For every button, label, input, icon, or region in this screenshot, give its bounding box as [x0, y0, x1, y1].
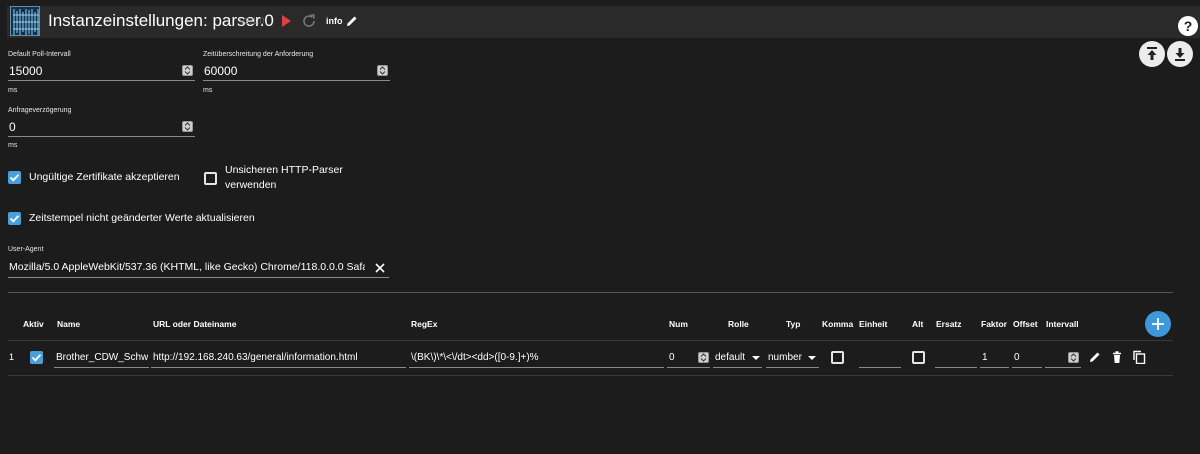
row-edit-button[interactable] [1088, 350, 1102, 364]
help-icon: ? [1184, 18, 1193, 34]
timeout-value: 60000 [204, 64, 238, 78]
column-header-factor: Faktor [981, 319, 1007, 329]
insecure-http-parser-label: Unsicheren HTTP-Parser verwenden [225, 164, 343, 191]
copy-icon [1133, 350, 1146, 365]
row-name-value: Brother_CDW_Schwarz [56, 352, 148, 363]
table-row-divider [8, 375, 1173, 376]
row-delete-button[interactable] [1110, 350, 1124, 364]
request-delay-unit: ms [8, 142, 18, 149]
upload-icon [1147, 47, 1157, 60]
plus-icon [1152, 318, 1164, 330]
chevron-down-icon [752, 356, 760, 360]
user-agent-label: User-Agent [8, 246, 44, 253]
pencil-icon [347, 16, 357, 26]
column-header-num: Num [669, 319, 688, 329]
row-role-value: default [715, 352, 746, 363]
row-interval-stepper[interactable] [1068, 352, 1079, 363]
add-row-button[interactable] [1145, 311, 1171, 337]
row-offset-input[interactable]: 0 [1012, 349, 1042, 368]
row-url-input[interactable]: http://192.168.240.63/general/informatio… [151, 349, 406, 368]
info-link[interactable]: info [326, 16, 343, 26]
row-regex-input[interactable]: \(BK\)\*\<\/dt><dd>([0-9.]+)% [409, 349, 664, 368]
poll-interval-value: 15000 [9, 64, 43, 78]
check-icon [31, 354, 42, 362]
row-num-input[interactable]: 0 [667, 349, 710, 368]
reload-icon [303, 14, 315, 27]
help-button[interactable]: ? [1178, 16, 1198, 36]
download-settings-button[interactable] [1167, 41, 1193, 67]
start-instance-button[interactable] [279, 14, 293, 28]
pencil-icon [1090, 352, 1100, 362]
column-header-type: Typ [786, 319, 801, 329]
update-timestamps-label: Zeitstempel nicht geänderter Werte aktua… [29, 212, 255, 224]
column-header-offset: Offset [1013, 319, 1038, 329]
accept-invalid-certs-checkbox[interactable] [8, 171, 21, 184]
column-header-role: Rolle [728, 319, 749, 329]
column-header-name: Name [57, 319, 81, 329]
request-delay-stepper[interactable] [182, 121, 193, 132]
user-agent-input[interactable]: Mozilla/5.0 AppleWebKit/537.36 (KHTML, l… [8, 258, 389, 278]
row-num-stepper[interactable] [698, 352, 709, 363]
check-icon [9, 174, 20, 182]
row-regex-value: \(BK\)\*\<\/dt><dd>([0-9.]+)% [411, 352, 539, 363]
poll-interval-unit: ms [8, 87, 18, 94]
row-interval-input[interactable] [1045, 349, 1081, 368]
upload-settings-button[interactable] [1139, 41, 1165, 67]
insecure-http-parser-checkbox[interactable] [204, 172, 217, 185]
chevron-down-icon [808, 356, 816, 360]
section-divider [8, 292, 1173, 293]
timeout-input[interactable]: 60000 [203, 61, 390, 81]
version-label: v2.1.0 [240, 16, 265, 26]
timeout-stepper[interactable] [377, 65, 388, 76]
column-header-url: URL oder Dateiname [153, 319, 237, 329]
column-header-replace: Ersatz [936, 319, 962, 329]
poll-interval-label: Default Poll-Intervall [8, 51, 71, 58]
accept-invalid-certs-label: Ungültige Zertifikate akzeptieren [29, 171, 180, 183]
table-header-divider [8, 340, 1173, 341]
user-agent-clear-button[interactable] [374, 261, 386, 273]
row-factor-value: 1 [982, 352, 988, 363]
reload-button[interactable] [301, 13, 317, 29]
request-delay-value: 0 [9, 120, 16, 134]
request-delay-label: Anfrageverzögerung [8, 107, 72, 114]
row-type-select[interactable]: number [766, 349, 819, 368]
poll-interval-input[interactable]: 15000 [8, 61, 195, 81]
row-unit-input[interactable] [859, 349, 901, 368]
poll-interval-stepper[interactable] [182, 65, 193, 76]
column-header-comma: Komma [822, 319, 854, 329]
edit-instance-button[interactable] [345, 14, 359, 28]
column-header-alt: Alt [912, 319, 924, 329]
row-active-checkbox[interactable] [30, 351, 43, 364]
row-offset-value: 0 [1014, 352, 1020, 363]
column-header-active: Aktiv [23, 319, 44, 329]
row-index: 1 [9, 352, 15, 362]
row-copy-button[interactable] [1132, 350, 1146, 365]
row-type-value: number [768, 352, 802, 363]
timeout-unit: ms [203, 87, 213, 94]
row-name-input[interactable]: Brother_CDW_Schwarz [54, 349, 149, 368]
row-alt-checkbox[interactable] [912, 351, 925, 364]
download-icon [1175, 48, 1185, 61]
svg-text:?: ? [1184, 18, 1193, 34]
row-role-select[interactable]: default [713, 349, 762, 368]
user-agent-value: Mozilla/5.0 AppleWebKit/537.36 (KHTML, l… [9, 261, 365, 273]
check-icon [9, 215, 20, 223]
row-url-value: http://192.168.240.63/general/informatio… [153, 352, 358, 363]
app-logo-icon [10, 6, 40, 36]
row-num-value: 0 [669, 352, 675, 363]
column-header-regex: RegEx [411, 319, 438, 329]
timeout-label: Zeitüberschreitung der Anforderung [203, 51, 314, 58]
clear-icon [375, 263, 385, 273]
column-header-unit: Einheit [859, 319, 888, 329]
update-timestamps-checkbox[interactable] [8, 212, 21, 225]
row-replace-input[interactable] [935, 349, 977, 368]
play-icon [282, 15, 291, 27]
row-factor-input[interactable]: 1 [980, 349, 1009, 368]
column-header-interval: Intervall [1046, 319, 1079, 329]
request-delay-input[interactable]: 0 [8, 117, 195, 137]
row-comma-checkbox[interactable] [831, 351, 844, 364]
trash-icon [1113, 351, 1121, 363]
header-bar: Instanzeinstellungen: parser.0 v2.1.0 in… [7, 6, 1200, 38]
